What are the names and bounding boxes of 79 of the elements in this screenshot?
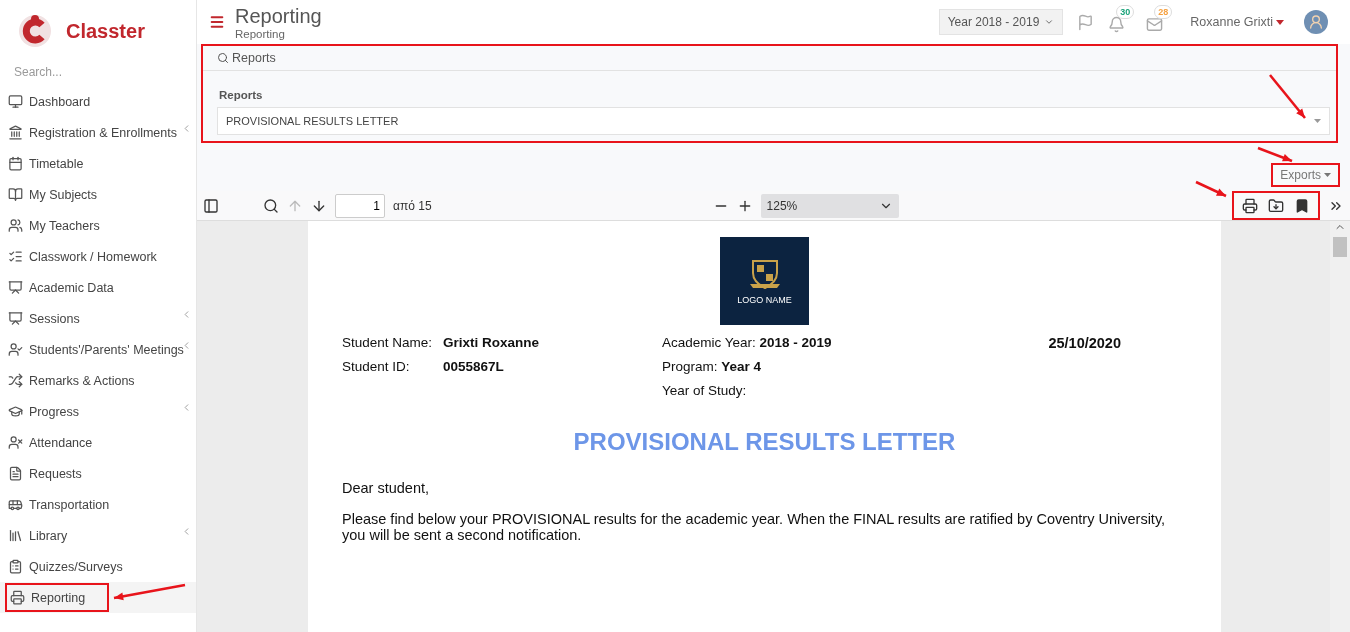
field-value: 0055867L xyxy=(443,359,504,374)
breadcrumb: Reporting xyxy=(235,27,286,40)
save-icon[interactable] xyxy=(1268,197,1284,214)
count-badge: 28 xyxy=(1154,5,1173,19)
exports-button[interactable]: Exports xyxy=(1271,163,1340,187)
books-icon xyxy=(8,528,23,543)
sidebar-item[interactable]: Library xyxy=(0,520,196,551)
field-text: Program: Year 4 xyxy=(662,359,763,374)
letter-title: PROVISIONAL RESULTS LETTER xyxy=(572,428,957,456)
sidebar-item[interactable]: Requests xyxy=(0,458,196,489)
logo-icon xyxy=(18,13,52,49)
page-title: Reporting xyxy=(235,4,322,28)
search-icon[interactable] xyxy=(263,197,279,214)
menu-icon[interactable] xyxy=(209,14,225,30)
bus-icon xyxy=(8,497,23,512)
shuffle-icon xyxy=(8,373,23,388)
annotation-arrow xyxy=(1257,146,1293,163)
count-badge: 30 xyxy=(1116,5,1135,19)
sidebar-item[interactable]: Classwork / Homework xyxy=(0,241,196,272)
presentation-icon xyxy=(8,280,23,295)
sidebar-item[interactable]: Remarks & Actions xyxy=(0,365,196,396)
bank-icon xyxy=(8,125,23,140)
sidebar-item[interactable]: Sessions xyxy=(0,303,196,334)
search-icon xyxy=(217,52,229,64)
sidebar-item[interactable]: Attendance xyxy=(0,427,196,458)
clipboard-icon xyxy=(8,559,23,574)
sidebar-item[interactable]: Transportation xyxy=(0,489,196,520)
scroll-thumb[interactable] xyxy=(1333,237,1347,257)
field-label: Student Name: xyxy=(342,335,434,350)
sidebar-item[interactable]: Timetable xyxy=(0,148,196,179)
greeting: Dear student, xyxy=(342,480,431,497)
printer-icon xyxy=(10,590,25,605)
users-icon xyxy=(8,218,23,233)
year-select[interactable]: Year 2018 - 2019 xyxy=(938,9,1064,35)
sidebar-item[interactable]: Dashboard xyxy=(0,86,196,117)
scrollbar[interactable] xyxy=(1330,221,1350,632)
brand-name: Classter xyxy=(66,19,145,43)
sidebar-item[interactable]: My Teachers xyxy=(0,210,196,241)
sidebar-item[interactable]: Progress xyxy=(0,396,196,427)
sidebar-item[interactable]: Registration & Enrollments xyxy=(0,117,196,148)
bookmark-icon[interactable] xyxy=(1294,197,1310,214)
sidebar-item[interactable]: Academic Data xyxy=(0,272,196,303)
user-menu[interactable]: Roxanne Grixti xyxy=(1184,14,1290,30)
page-number-field[interactable]: 1 xyxy=(335,193,385,218)
checklist-icon xyxy=(8,249,23,264)
annotation-arrow xyxy=(1195,180,1227,198)
document-icon xyxy=(8,466,23,481)
page-count: από 15 xyxy=(393,198,432,213)
field-text: Year of Study: xyxy=(662,383,748,398)
user-x-icon xyxy=(8,435,23,450)
presentation-icon xyxy=(8,311,23,326)
print-icon[interactable] xyxy=(1242,197,1258,214)
zoom-select[interactable]: 125% xyxy=(760,193,899,218)
annotation-arrow xyxy=(1269,74,1306,119)
report-select[interactable]: PROVISIONAL RESULTS LETTER xyxy=(217,107,1330,135)
calendar-icon xyxy=(8,156,23,171)
shield-icon xyxy=(747,257,782,291)
letter-paragraph: Please find below your PROVISIONAL results for the academic year. When the FINAL results are ratified by Coventry University, you will be sent a second notification. xyxy=(342,510,1167,544)
sidebar-item[interactable]: Reporting xyxy=(0,582,196,613)
school-logo: LOGO NAME xyxy=(720,237,809,325)
field-label: Reports xyxy=(219,89,264,101)
field-value: Grixti Roxanne xyxy=(443,335,540,350)
avatar[interactable] xyxy=(1304,10,1328,34)
sidebar-toggle-icon[interactable] xyxy=(203,197,219,214)
sidebar-item[interactable]: My Subjects xyxy=(0,179,196,210)
graduation-cap-icon xyxy=(8,404,23,419)
caret-icon xyxy=(1324,173,1331,177)
book-icon xyxy=(8,187,23,202)
caret-icon xyxy=(1314,119,1321,123)
letter-date: 25/10/2020 xyxy=(1048,335,1121,351)
monitor-icon xyxy=(8,94,23,109)
caret-icon xyxy=(1044,17,1055,27)
field-text: Academic Year: 2018 - 2019 xyxy=(662,335,833,350)
panel-legend: Reports xyxy=(232,51,276,65)
sidebar-item[interactable]: Students'/Parents' Meetings xyxy=(0,334,196,365)
user-icon xyxy=(8,342,23,357)
sidebar-item[interactable]: Quizzes/Surveys xyxy=(0,551,196,582)
field-label: Student ID: xyxy=(342,359,411,374)
caret-icon xyxy=(1276,19,1284,25)
